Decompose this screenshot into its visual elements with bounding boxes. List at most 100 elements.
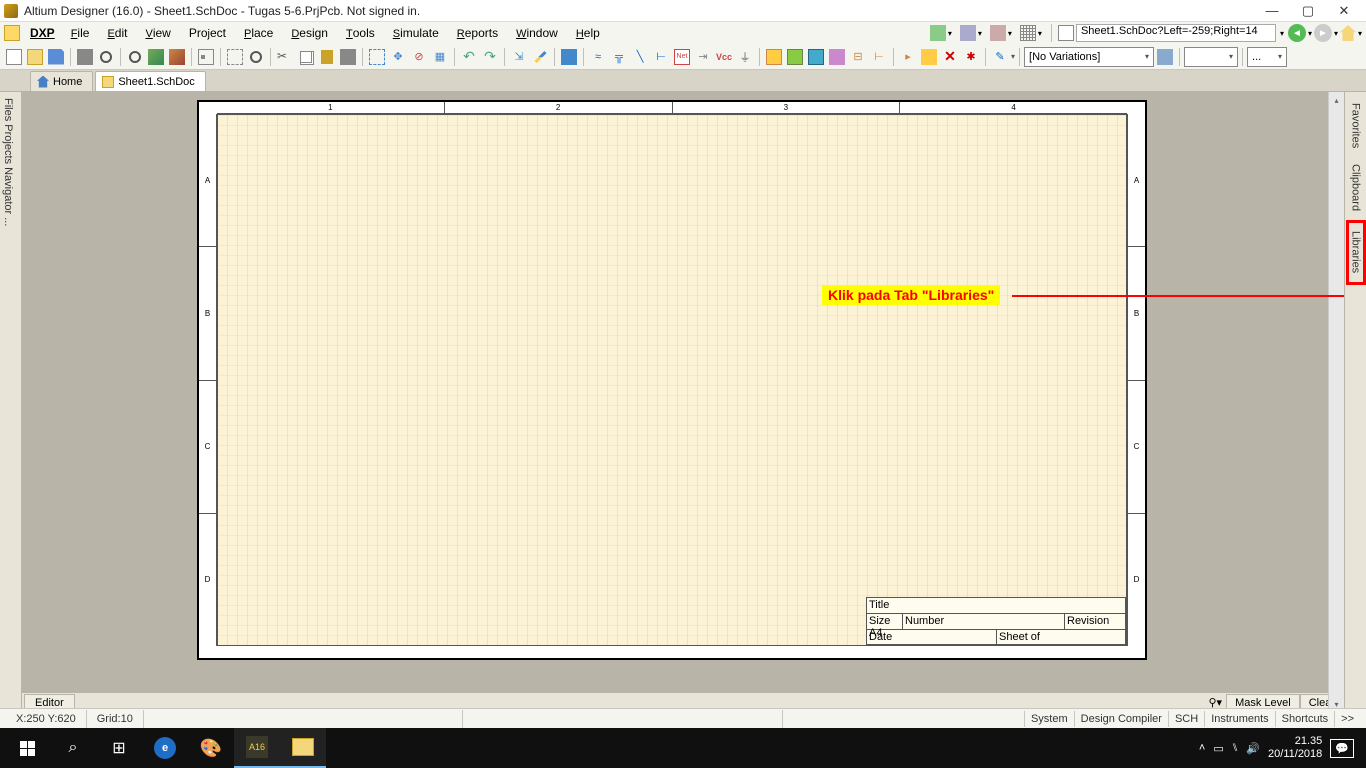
- generic-no-erc-button[interactable]: ✱: [961, 47, 981, 67]
- tool-icon[interactable]: [990, 25, 1006, 41]
- menu-window[interactable]: Window: [508, 24, 566, 42]
- wire-button[interactable]: ≈: [588, 47, 608, 67]
- canvas-area[interactable]: 1 2 3 4 A B C D A B C D Title: [22, 92, 1344, 728]
- dropdown-icon[interactable]: ▾: [1011, 52, 1015, 61]
- tool-button[interactable]: [167, 47, 187, 67]
- tray-wifi-icon[interactable]: ⑊: [1232, 742, 1239, 754]
- status-instruments[interactable]: Instruments: [1204, 711, 1274, 727]
- menu-file[interactable]: File: [63, 24, 98, 42]
- start-button[interactable]: [4, 728, 50, 768]
- home-icon[interactable]: [1340, 25, 1356, 41]
- bus-entry-button[interactable]: ╲: [630, 47, 650, 67]
- status-shortcuts[interactable]: Shortcuts: [1275, 711, 1334, 727]
- tool-icon[interactable]: [930, 25, 946, 41]
- tray-chevron-icon[interactable]: ˄: [1199, 742, 1205, 754]
- zoom-area-button[interactable]: [225, 47, 245, 67]
- vertical-scrollbar[interactable]: ▴ ▾: [1328, 92, 1344, 712]
- net-label-button[interactable]: Net: [672, 47, 692, 67]
- combo[interactable]: ...▾: [1247, 47, 1287, 67]
- copy-button[interactable]: [296, 47, 316, 67]
- tool-icon[interactable]: [960, 25, 976, 41]
- undo-button[interactable]: ↶: [459, 47, 479, 67]
- device-sheet-button[interactable]: [827, 47, 847, 67]
- task-view-button[interactable]: ⊞: [96, 728, 142, 768]
- print-button[interactable]: [75, 47, 95, 67]
- cut-button[interactable]: ✂: [275, 47, 295, 67]
- paint-button[interactable]: 🎨: [188, 728, 234, 768]
- status-more[interactable]: >>: [1334, 711, 1360, 727]
- harness-connector-button[interactable]: ⊟: [848, 47, 868, 67]
- tab-home[interactable]: Home: [30, 71, 93, 91]
- status-sch[interactable]: SCH: [1168, 711, 1204, 727]
- tool-button[interactable]: [1155, 47, 1175, 67]
- menu-simulate[interactable]: Simulate: [385, 24, 447, 42]
- power-vcc-button[interactable]: Vcc: [714, 47, 734, 67]
- dropdown-icon[interactable]: ▾: [1308, 29, 1312, 38]
- scroll-up-button[interactable]: ▴: [1329, 92, 1344, 108]
- bus-button[interactable]: ╦: [609, 47, 629, 67]
- menu-edit[interactable]: Edit: [99, 24, 135, 42]
- harness-entry-button[interactable]: ⊢: [869, 47, 889, 67]
- clear-button[interactable]: ▦: [430, 47, 450, 67]
- status-design-compiler[interactable]: Design Compiler: [1074, 711, 1168, 727]
- menu-tools[interactable]: Tools: [338, 24, 383, 42]
- left-panel-tabs[interactable]: Files Projects Navigator ...: [0, 92, 22, 728]
- notifications-icon[interactable]: 💬: [1330, 739, 1354, 758]
- preview-button[interactable]: [96, 47, 116, 67]
- zoom-select-button[interactable]: [246, 47, 266, 67]
- new-button[interactable]: [4, 47, 24, 67]
- no-erc-button[interactable]: ✕: [940, 47, 960, 67]
- place-port-button[interactable]: ▸: [898, 47, 918, 67]
- dropdown-icon[interactable]: ▾: [1278, 29, 1286, 38]
- tab-favorites[interactable]: Favorites: [1347, 96, 1365, 155]
- zoom-fit-button[interactable]: [125, 47, 145, 67]
- place-line-button[interactable]: ✎: [990, 47, 1010, 67]
- tab-sheet1[interactable]: Sheet1.SchDoc: [95, 71, 205, 91]
- save-button[interactable]: [46, 47, 66, 67]
- dropdown-icon[interactable]: ▾: [1038, 29, 1042, 38]
- close-button[interactable]: ✕: [1326, 1, 1362, 21]
- signal-harness-button[interactable]: ⊢: [651, 47, 671, 67]
- dropdown-icon[interactable]: ▾: [978, 29, 982, 38]
- open-button[interactable]: [25, 47, 45, 67]
- power-gnd-button[interactable]: ⏚: [735, 47, 755, 67]
- sheet-grid[interactable]: Title SizeA4 Number Revision Date Sheet …: [217, 114, 1127, 646]
- redo-button[interactable]: ↷: [480, 47, 500, 67]
- deselect-button[interactable]: ⊘: [409, 47, 429, 67]
- dropdown-icon[interactable]: ▾: [1334, 29, 1338, 38]
- cross-probe-button[interactable]: ⇲: [509, 47, 529, 67]
- hierarchy-button[interactable]: [196, 47, 216, 67]
- sheet-entry-button[interactable]: [806, 47, 826, 67]
- clock[interactable]: 21.35 20/11/2018: [1268, 735, 1322, 761]
- minimize-button[interactable]: —: [1254, 1, 1290, 21]
- tab-libraries[interactable]: Libraries: [1346, 220, 1366, 284]
- rubber-stamp-button[interactable]: [338, 47, 358, 67]
- select-button[interactable]: [367, 47, 387, 67]
- port-button[interactable]: ⇥: [693, 47, 713, 67]
- menu-project[interactable]: Project: [181, 24, 234, 42]
- browse-button[interactable]: [559, 47, 579, 67]
- explorer-button[interactable]: [280, 728, 326, 768]
- maximize-button[interactable]: ▢: [1290, 1, 1326, 21]
- menu-place[interactable]: Place: [236, 24, 281, 42]
- status-system[interactable]: System: [1024, 711, 1074, 727]
- edge-button[interactable]: e: [142, 728, 188, 768]
- variations-combo[interactable]: [No Variations]▾: [1024, 47, 1154, 67]
- tray-battery-icon[interactable]: ▭: [1213, 742, 1223, 755]
- altium-button[interactable]: A16: [234, 728, 280, 768]
- place-off-sheet-button[interactable]: [919, 47, 939, 67]
- menu-help[interactable]: Help: [568, 24, 608, 42]
- menu-design[interactable]: Design: [283, 24, 336, 42]
- address-bar[interactable]: Sheet1.SchDoc?Left=-259;Right=14: [1076, 24, 1276, 42]
- paste-button[interactable]: [317, 47, 337, 67]
- nav-forward-button[interactable]: ►: [1314, 24, 1332, 42]
- menu-reports[interactable]: Reports: [449, 24, 506, 42]
- dropdown-icon[interactable]: ▾: [948, 29, 952, 38]
- menu-view[interactable]: View: [137, 24, 178, 42]
- dropdown-icon[interactable]: ▾: [1358, 29, 1362, 38]
- nav-back-button[interactable]: ◄: [1288, 24, 1306, 42]
- tool-3d-button[interactable]: [146, 47, 166, 67]
- highlight-pen-button[interactable]: [530, 47, 550, 67]
- tab-clipboard[interactable]: Clipboard: [1347, 157, 1365, 218]
- tray-volume-icon[interactable]: 🔊: [1246, 742, 1260, 755]
